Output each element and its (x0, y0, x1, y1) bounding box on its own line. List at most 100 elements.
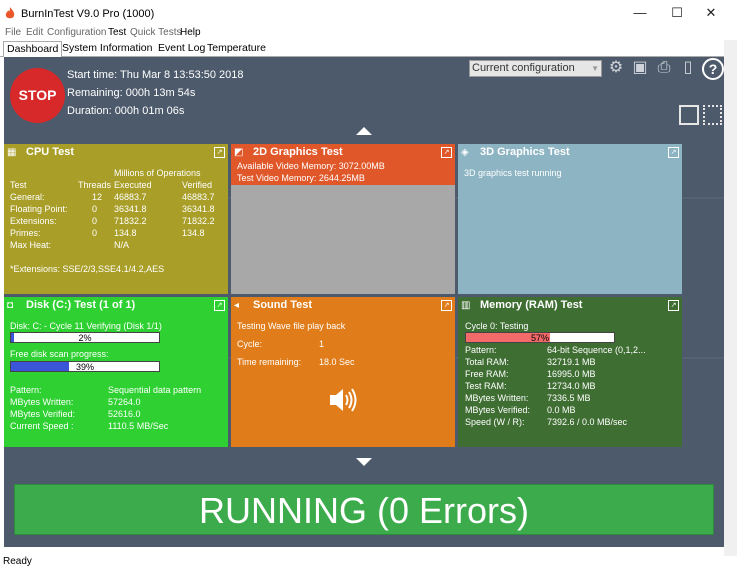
col-header-threads: Threads (78, 180, 112, 190)
scrollbar[interactable] (724, 40, 737, 556)
cpu-row-verified: 36341.8 (182, 204, 215, 214)
configuration-select[interactable]: Current configuration ▼ (469, 60, 602, 77)
popout-icon[interactable]: ↗ (214, 147, 225, 158)
maximize-button[interactable]: ☐ (663, 4, 691, 22)
panel-title: 3D Graphics Test (480, 146, 570, 158)
memory-test-panel: ▥ Memory (RAM) Test ↗ Cycle 0: Testing 5… (458, 297, 682, 447)
cpu-row-name: Floating Point: (10, 204, 68, 214)
menu-configuration[interactable]: Configuration (47, 27, 106, 38)
disk-status: Disk: C: - Cycle 11 Verifying (Disk 1/1) (10, 321, 162, 331)
panel-title: CPU Test (26, 146, 75, 158)
memory-row-value: 7336.5 MB (547, 393, 591, 403)
col-header-executed: Executed (114, 180, 152, 190)
progress-label: 39% (75, 362, 94, 372)
video-memory-available: Available Video Memory: 3072.00MB (237, 161, 385, 171)
configuration-select-value: Current configuration (472, 62, 575, 74)
cpu-row-threads: 0 (92, 204, 98, 214)
scroll-up-arrow-icon[interactable] (356, 127, 372, 135)
save-icon[interactable]: ▣ (630, 58, 650, 78)
cpu-row-threads: 0 (92, 216, 98, 226)
remaining-time: Remaining: 000h 13m 54s (67, 87, 196, 99)
col-header-verified: Verified (182, 180, 213, 190)
tab-dashboard[interactable]: Dashboard (3, 41, 63, 57)
scan-progress-label: Free disk scan progress: (10, 349, 109, 359)
memory-row-value: 0.0 MB (547, 405, 576, 415)
3d-status: 3D graphics test running (464, 168, 562, 178)
window-title: BurnInTest V9.0 Pro (1000) (21, 8, 155, 20)
cpu-row-name: Max Heat: (10, 240, 52, 250)
tab-system-information[interactable]: System Information (59, 41, 155, 57)
disk-verified-label: MBytes Verified: (10, 409, 76, 419)
scroll-down-arrow-icon[interactable] (356, 458, 372, 466)
minimize-button[interactable]: — (626, 4, 654, 22)
disk-progress-bar: 2% (10, 332, 160, 343)
cpu-row-name: General: (10, 192, 45, 202)
popout-icon[interactable]: ↗ (214, 300, 225, 311)
menu-edit[interactable]: Edit (26, 27, 43, 38)
2d-graphics-panel: ◩ 2D Graphics Test ↗ Available Video Mem… (231, 144, 455, 294)
popout-icon[interactable]: ↗ (668, 147, 679, 158)
title-bar: BurnInTest V9.0 Pro (1000) — ☐ ✕ (0, 0, 737, 27)
grid-view-icon[interactable] (703, 105, 722, 125)
help-icon[interactable]: ? (702, 58, 724, 80)
disk-pattern-label: Pattern: (10, 385, 42, 395)
tab-temperature[interactable]: Temperature (204, 41, 269, 57)
memory-cycle: Cycle 0: Testing (465, 321, 529, 331)
speaker-large-icon (330, 388, 357, 412)
memory-row-label: MBytes Written: (465, 393, 529, 403)
menu-quick-tests[interactable]: Quick Tests (130, 27, 182, 38)
cpu-row-name: Primes: (10, 228, 41, 238)
sound-test-panel: ◂ Sound Test ↗ Testing Wave file play ba… (231, 297, 455, 447)
memory-row-label: Speed (W / R): (465, 417, 525, 427)
menu-test[interactable]: Test (108, 27, 126, 38)
popout-icon[interactable]: ↗ (441, 300, 452, 311)
status-banner: RUNNING (0 Errors) (14, 484, 714, 535)
dashboard: STOP Start time: Thu Mar 8 13:53:50 2018… (4, 57, 724, 547)
panel-title: Memory (RAM) Test (480, 299, 583, 311)
popout-icon[interactable]: ↗ (668, 300, 679, 311)
millions-header: Millions of Operations (114, 168, 201, 178)
disk-written-label: MBytes Written: (10, 397, 74, 407)
menu-bar: File Edit Configuration Test Quick Tests… (0, 27, 737, 40)
cpu-row-threads: 0 (92, 228, 98, 238)
memory-row-label: MBytes Verified: (465, 405, 531, 415)
print-icon[interactable]: ⎙ (654, 58, 674, 78)
scan-progress-bar: 39% (10, 361, 160, 372)
cpu-row-executed: 134.8 (114, 228, 137, 238)
disk-verified-value: 52616.0 (108, 409, 141, 419)
stop-button[interactable]: STOP (10, 68, 65, 123)
sound-cycle-value: 1 (319, 339, 325, 349)
tab-bar: Dashboard System Information Event Log T… (0, 41, 737, 57)
cpu-row-verified: 134.8 (182, 228, 205, 238)
window-view-icon[interactable] (679, 105, 699, 125)
memory-row-label: Total RAM: (465, 357, 510, 367)
start-time: Start time: Thu Mar 8 13:53:50 2018 (67, 69, 244, 81)
gear-icon[interactable]: ⚙ (606, 58, 626, 78)
memory-row-value: 32719.1 MB (547, 357, 596, 367)
sound-time-value: 18.0 Sec (319, 357, 355, 367)
col-header-test: Test (10, 180, 27, 190)
cpu-row-name: Extensions: (10, 216, 57, 226)
progress-label: 2% (78, 333, 92, 343)
menu-help[interactable]: Help (180, 27, 201, 38)
disk-speed-value: 1110.5 MB/Sec (108, 421, 169, 431)
memory-row-value: 12734.0 MB (547, 381, 596, 391)
memory-row-label: Pattern: (465, 345, 497, 355)
tab-event-log[interactable]: Event Log (155, 41, 208, 57)
status-bar: Ready (3, 556, 32, 567)
cpu-row-executed: 71832.2 (114, 216, 147, 226)
cpu-row-executed: 46883.7 (114, 192, 147, 202)
popout-icon[interactable]: ↗ (441, 147, 452, 158)
memory-row-label: Free RAM: (465, 369, 509, 379)
memory-progress-bar: 57% (465, 332, 615, 343)
3d-graphics-panel: ◈ 3D Graphics Test ↗ 3D graphics test ru… (458, 144, 682, 294)
cpu-row-verified: 46883.7 (182, 192, 215, 202)
clipboard-icon[interactable]: ▯ (678, 58, 698, 78)
chevron-down-icon: ▼ (591, 64, 599, 73)
memory-row-value: 7392.6 / 0.0 MB/sec (547, 417, 628, 427)
disk-written-value: 57264.0 (108, 397, 141, 407)
close-button[interactable]: ✕ (697, 4, 725, 22)
menu-file[interactable]: File (5, 27, 21, 38)
sound-cycle-label: Cycle: (237, 339, 263, 349)
disk-speed-label: Current Speed : (10, 421, 74, 431)
